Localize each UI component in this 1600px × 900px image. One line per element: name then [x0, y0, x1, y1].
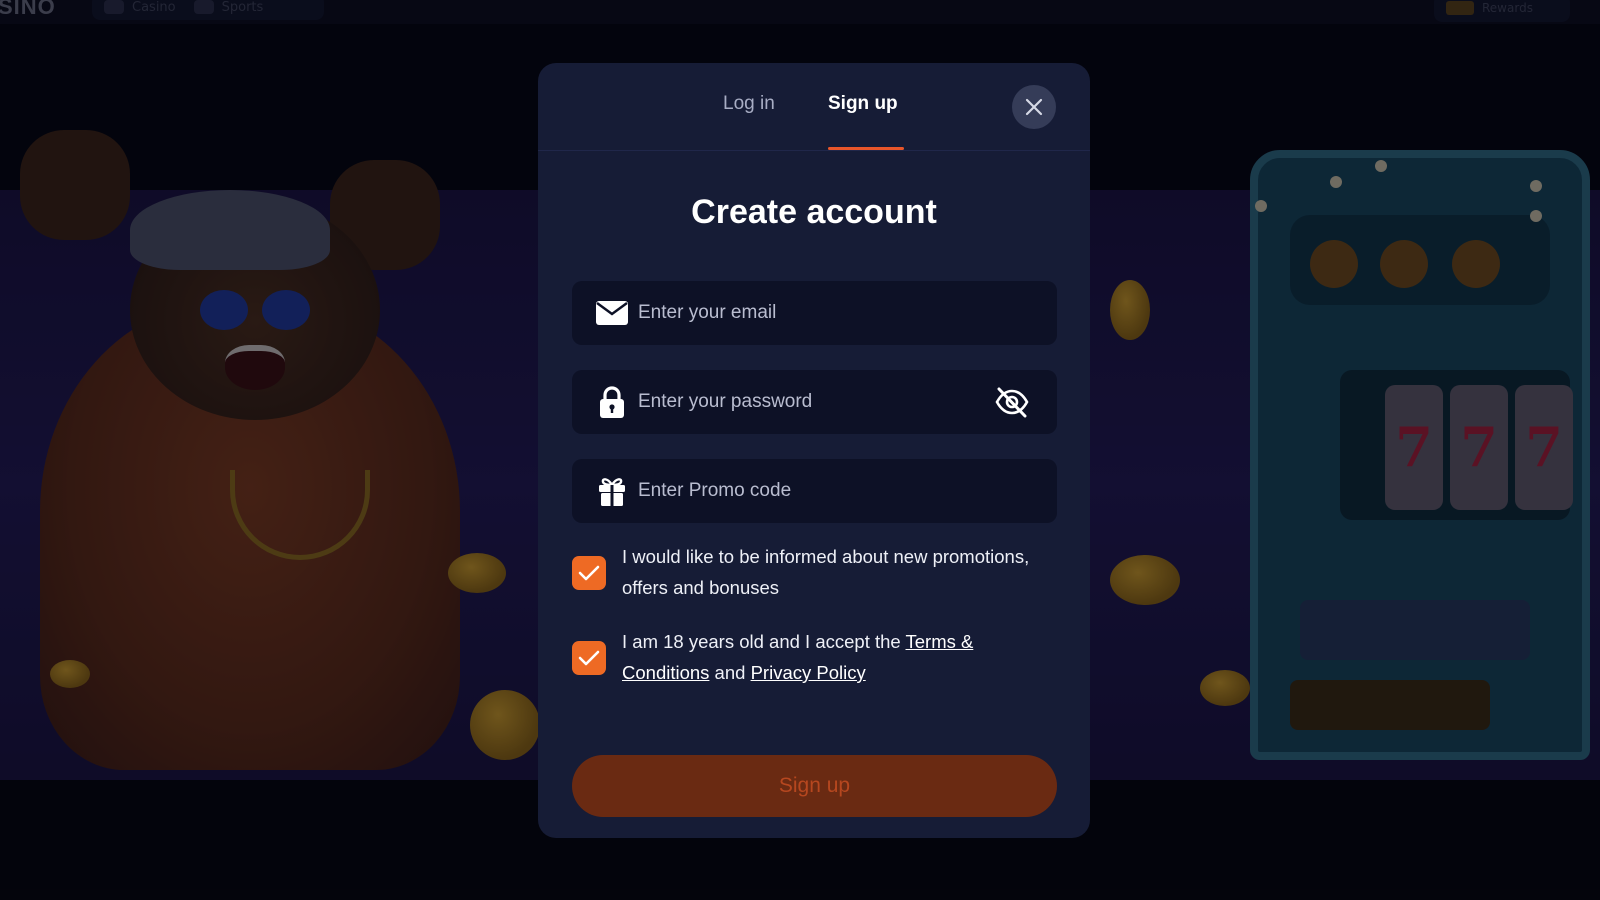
active-tab-indicator [828, 147, 904, 150]
promo-code-input[interactable] [638, 459, 998, 523]
tab-signup[interactable]: Sign up [828, 93, 898, 115]
close-icon [1025, 98, 1043, 116]
promotions-checkbox[interactable] [572, 556, 606, 590]
checkmark-icon [578, 565, 600, 581]
lock-icon [594, 386, 630, 418]
eye-slash-icon [995, 387, 1029, 418]
close-button[interactable] [1012, 85, 1056, 129]
privacy-policy-link[interactable]: Privacy Policy [751, 662, 866, 683]
envelope-icon [594, 297, 630, 329]
signup-modal: Log in Sign up Create account Enter your… [538, 63, 1090, 838]
email-field-container [572, 281, 1057, 345]
sign-up-button[interactable]: Sign up [572, 755, 1057, 817]
password-field-container [572, 370, 1057, 434]
checkmark-icon [578, 650, 600, 666]
promo-field-container [572, 459, 1057, 523]
terms-checkbox[interactable] [572, 641, 606, 675]
promotions-consent-text: I would like to be informed about new pr… [622, 546, 1030, 598]
terms-consent-row: I am 18 years old and I accept the Terms… [572, 626, 1057, 690]
tab-login[interactable]: Log in [723, 93, 775, 115]
gift-icon [594, 475, 630, 507]
promotions-consent-row: I would like to be informed about new pr… [572, 541, 1057, 605]
page-title: Create account [691, 193, 937, 231]
email-input[interactable] [638, 281, 998, 345]
terms-consent-text: I am 18 years old and I accept the Terms… [622, 626, 1052, 688]
password-input[interactable] [638, 370, 998, 434]
terms-text-before: I am 18 years old and I accept the [622, 631, 906, 652]
auth-tabs: Log in Sign up [538, 63, 1090, 151]
password-visibility-toggle[interactable] [992, 384, 1032, 420]
terms-text-middle: and [709, 662, 751, 683]
